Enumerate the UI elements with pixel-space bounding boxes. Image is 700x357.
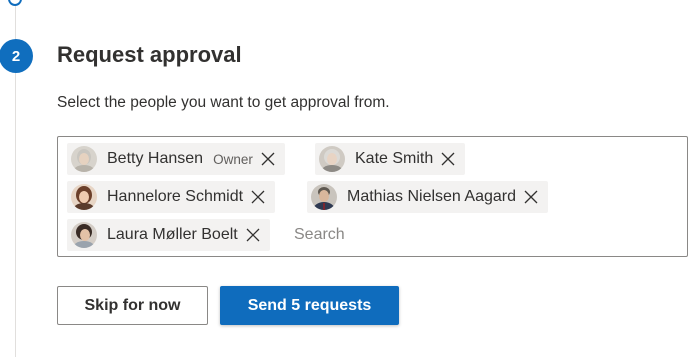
remove-person-button[interactable] [244, 226, 262, 244]
owner-label: Owner [213, 151, 253, 167]
close-icon [261, 152, 275, 166]
person-name: Hannelore Schmidt [107, 188, 244, 205]
avatar-laura-moller-boelt [71, 222, 97, 248]
remove-person-button[interactable] [249, 188, 267, 206]
skip-button-label: Skip for now [84, 296, 181, 314]
send-button-label: Send 5 requests [247, 296, 372, 314]
close-icon [251, 190, 265, 204]
person-chip: Kate Smith [315, 143, 466, 175]
remove-person-button[interactable] [439, 150, 457, 168]
avatar-betty-hansen [71, 146, 97, 172]
person-chip: Mathias Nielsen Aagard [307, 181, 548, 213]
close-icon [524, 190, 538, 204]
person-name: Laura Møller Boelt [107, 226, 238, 243]
skip-button[interactable]: Skip for now [57, 286, 208, 325]
previous-step-indicator [8, 0, 22, 6]
remove-person-button[interactable] [259, 150, 277, 168]
avatar-kate-smith [319, 146, 345, 172]
close-icon [246, 228, 260, 242]
person-chip: Betty Hansen Owner [67, 143, 285, 175]
person-name: Mathias Nielsen Aagard [347, 188, 516, 205]
person-chip: Hannelore Schmidt [67, 181, 276, 213]
person-chip: Laura Møller Boelt [67, 219, 270, 251]
people-picker[interactable]: Betty Hansen Owner Kate Smith Hannelore … [57, 136, 688, 257]
close-icon [441, 152, 455, 166]
step-number: 2 [11, 47, 21, 65]
search-input[interactable] [294, 224, 494, 246]
person-name: Betty Hansen [107, 150, 204, 167]
avatar-mathias-nielsen-aagard [311, 184, 337, 210]
instruction-text: Select the people you want to get approv… [57, 94, 390, 111]
approval-step-panel: 2 Request approval Select the people you… [0, 0, 700, 357]
section-title: Request approval [57, 42, 242, 67]
send-requests-button[interactable]: Send 5 requests [220, 286, 399, 325]
remove-person-button[interactable] [522, 188, 540, 206]
avatar-hannelore-schmidt [71, 184, 97, 210]
step-number-badge: 2 [0, 39, 33, 73]
person-name: Kate Smith [355, 150, 434, 167]
